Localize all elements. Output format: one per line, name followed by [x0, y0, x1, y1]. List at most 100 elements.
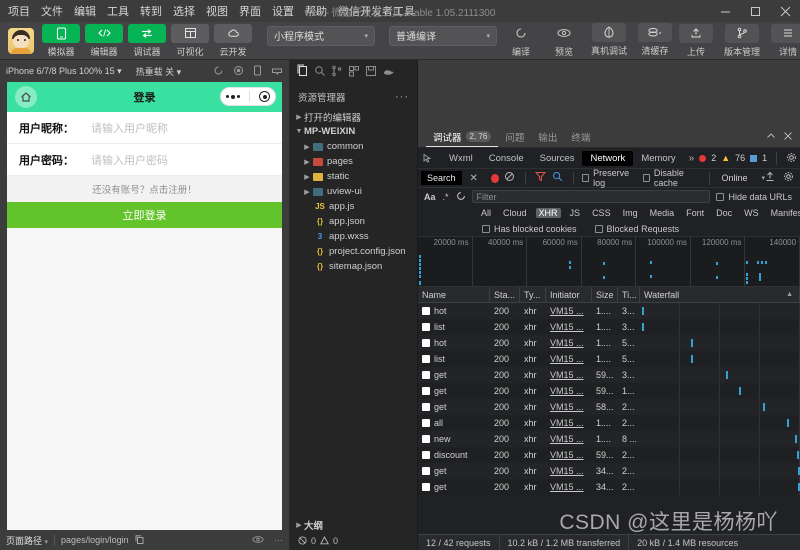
toolbar-button-cloud[interactable]: 云开发: [213, 23, 253, 58]
throttle-select[interactable]: Online ▾: [721, 173, 765, 183]
mode-select[interactable]: 小程序模式 ▾: [267, 25, 375, 46]
input-password[interactable]: 请输入用户密码: [91, 152, 168, 168]
close-icon[interactable]: [783, 128, 793, 146]
column-header-initiator[interactable]: Initiator: [546, 286, 592, 303]
filter-icon[interactable]: [535, 169, 547, 187]
has-blocked-cookies-checkbox[interactable]: Has blocked cookies: [482, 224, 577, 234]
toolbar-button-editor[interactable]: 编辑器: [84, 23, 124, 58]
table-row[interactable]: get 200 xhr VM15 ... 59... 3...: [418, 367, 800, 383]
close-icon[interactable]: [770, 0, 800, 22]
type-filter-media[interactable]: Media: [647, 208, 678, 218]
toolbar-button-device-debug[interactable]: 真机调试: [587, 23, 631, 57]
menu-item-goto[interactable]: 转到: [140, 3, 162, 19]
cell-initiator[interactable]: VM15 ...: [546, 303, 592, 319]
preserve-log-checkbox[interactable]: Preserve log: [582, 168, 635, 188]
menu-item-settings[interactable]: 设置: [272, 3, 294, 19]
search-chip[interactable]: Search: [421, 171, 462, 185]
table-row[interactable]: hot 200 xhr VM15 ... 1.... 5...: [418, 335, 800, 351]
panel-tab-problems[interactable]: 问题: [498, 127, 531, 147]
page-path-selector[interactable]: 页面路径 ▾: [6, 534, 48, 547]
maximize-icon[interactable]: [740, 0, 770, 22]
cell-initiator[interactable]: VM15 ...: [546, 463, 592, 479]
save-icon[interactable]: [365, 64, 377, 82]
type-filter-cloud[interactable]: Cloud: [500, 208, 530, 218]
menu-item-file[interactable]: 文件: [41, 3, 63, 19]
tree-item-uview-ui[interactable]: ▶ uview-ui: [290, 184, 417, 199]
table-row[interactable]: hot 200 xhr VM15 ... 1.... 3...: [418, 303, 800, 319]
message-icon[interactable]: [271, 65, 283, 77]
copy-icon[interactable]: [135, 534, 144, 546]
tab-console[interactable]: Console: [481, 151, 532, 166]
match-case-icon[interactable]: Aa: [424, 192, 436, 202]
column-header-time[interactable]: Ti...: [618, 286, 640, 303]
login-button[interactable]: 立即登录: [7, 202, 282, 228]
toolbar-button-version[interactable]: 版本管理: [720, 23, 764, 58]
menu-item-tools[interactable]: 工具: [107, 3, 129, 19]
tab-overflow-icon[interactable]: »: [684, 153, 700, 164]
explorer-section-outline[interactable]: ▶ 大纲: [290, 517, 417, 532]
menu-item-devtools[interactable]: 微信开发者工具: [338, 3, 415, 19]
tab-network[interactable]: Network: [582, 150, 634, 166]
menu-item-project[interactable]: 项目: [8, 3, 30, 19]
register-link-row[interactable]: 还没有账号？点击注册！: [7, 176, 282, 202]
rotate-icon[interactable]: [213, 65, 224, 78]
toolbar-button-clear-cache[interactable]: 清缓存: [634, 23, 676, 57]
tree-item-project-config[interactable]: {} project.config.json: [290, 244, 417, 259]
tree-item-common[interactable]: ▶ common: [290, 139, 417, 154]
menu-item-interface[interactable]: 界面: [239, 3, 261, 19]
tree-item-sitemap[interactable]: {} sitemap.json: [290, 259, 417, 274]
record-icon[interactable]: [490, 173, 499, 183]
column-header-type[interactable]: Ty...: [520, 286, 546, 303]
type-filter-all[interactable]: All: [478, 208, 494, 218]
explorer-section-project[interactable]: ▼ MP-WEIXIN: [290, 124, 417, 139]
gear-icon[interactable]: [783, 169, 794, 187]
cell-initiator[interactable]: VM15 ...: [546, 431, 592, 447]
table-row[interactable]: new 200 xhr VM15 ... 1.... 8 ...: [418, 431, 800, 447]
network-request-list[interactable]: hot 200 xhr VM15 ... 1.... 3... list 200…: [418, 303, 800, 534]
type-filter-font[interactable]: Font: [683, 208, 707, 218]
disable-cache-checkbox[interactable]: Disable cache: [642, 168, 701, 188]
search-icon[interactable]: [314, 64, 326, 82]
import-icon[interactable]: [765, 169, 775, 187]
search-icon[interactable]: [552, 169, 563, 187]
avatar[interactable]: [8, 27, 34, 54]
type-filter-ws[interactable]: WS: [741, 208, 762, 218]
register-link[interactable]: 还没有账号？点击注册！: [92, 182, 197, 196]
type-filter-js[interactable]: JS: [567, 208, 584, 218]
toolbar-button-visualization[interactable]: 可视化: [170, 23, 210, 58]
minimize-icon[interactable]: [710, 0, 740, 22]
network-overview-timeline[interactable]: 20000 ms 40000 ms 60000 ms 80000 ms 1000…: [418, 237, 800, 287]
table-row[interactable]: list 200 xhr VM15 ... 1.... 3...: [418, 319, 800, 335]
explorer-section-open-editors[interactable]: ▶ 打开的编辑器: [290, 109, 417, 124]
table-row[interactable]: get 200 xhr VM15 ... 59... 1...: [418, 383, 800, 399]
more-icon[interactable]: ···: [274, 535, 283, 545]
type-filter-img[interactable]: Img: [620, 208, 641, 218]
device-selector[interactable]: iPhone 6/7/8 Plus 100% 15 ▾: [6, 66, 122, 77]
hot-reload-selector[interactable]: 热重载 关 ▾: [136, 65, 182, 78]
column-header-waterfall[interactable]: Waterfall ▲: [640, 286, 800, 303]
eye-icon[interactable]: [252, 535, 264, 546]
panel-tab-terminal[interactable]: 终端: [564, 127, 597, 147]
table-row[interactable]: get 200 xhr VM15 ... 34... 2...: [418, 463, 800, 479]
source-control-icon[interactable]: [331, 64, 343, 82]
menu-item-help[interactable]: 帮助: [305, 3, 327, 19]
table-row[interactable]: get 200 xhr VM15 ... 34... 2...: [418, 479, 800, 495]
toolbar-button-debugger[interactable]: 调试器: [127, 23, 167, 58]
tree-item-static[interactable]: ▶ static: [290, 169, 417, 184]
tab-wxml[interactable]: Wxml: [441, 151, 481, 166]
toolbar-button-preview[interactable]: 预览: [544, 23, 584, 58]
cell-initiator[interactable]: VM15 ...: [546, 319, 592, 335]
toolbar-button-simulator[interactable]: 模拟器: [41, 23, 81, 58]
table-row[interactable]: list 200 xhr VM15 ... 1.... 5...: [418, 351, 800, 367]
files-icon[interactable]: [296, 64, 309, 82]
menu-item-select[interactable]: 选择: [173, 3, 195, 19]
more-icon[interactable]: ···: [395, 91, 409, 103]
filter-input[interactable]: Filter: [471, 190, 711, 203]
toolbar-button-compile[interactable]: 编译: [501, 23, 541, 58]
type-filter-css[interactable]: CSS: [589, 208, 614, 218]
hide-data-urls-checkbox[interactable]: Hide data URLs: [716, 192, 792, 202]
toolbar-button-details[interactable]: 详情: [768, 23, 800, 58]
toolbar-button-upload[interactable]: 上传: [676, 23, 716, 58]
inspect-icon[interactable]: [422, 153, 433, 164]
cell-initiator[interactable]: VM15 ...: [546, 415, 592, 431]
